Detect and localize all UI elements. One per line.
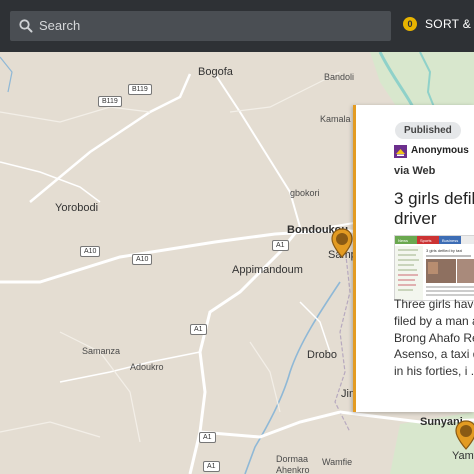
place-label: Wamfie: [322, 457, 353, 467]
search-box[interactable]: Search: [10, 11, 391, 41]
search-input[interactable]: Search: [39, 18, 80, 33]
place-label: Appimandoum: [232, 264, 303, 276]
source-label: via Web: [394, 165, 436, 177]
excerpt-line: in his forties, i ...: [394, 364, 474, 379]
top-bar: Search 0 SORT & FI: [0, 0, 474, 52]
road-shield: B119: [98, 96, 122, 107]
thumbnail-nav-label: Sports: [420, 238, 432, 243]
thumbnail-title: 3 girls defiled by taxi: [426, 248, 462, 253]
author-row: Anonymous •: [394, 144, 474, 160]
place-label: Drobo: [307, 349, 337, 361]
report-title-line: driver: [394, 209, 437, 228]
road-shield: A1: [272, 240, 289, 251]
place-label: Adoukro: [130, 362, 164, 372]
excerpt-line: Brong Ahafo Reg: [394, 330, 474, 345]
report-card[interactable]: Published Anonymous • via Web 3 girls de…: [353, 105, 474, 412]
place-label: Yamf: [452, 450, 474, 462]
place-label: Kamala: [320, 114, 351, 124]
filter-count-badge: 0: [403, 17, 417, 31]
place-label: Bogofa: [198, 66, 233, 78]
excerpt-line: filed by a man at: [394, 313, 474, 328]
road-shield: A10: [132, 254, 153, 265]
place-label: gbokori: [290, 188, 320, 198]
status-badge: Published: [395, 122, 461, 139]
place-label: Ahenkro: [276, 465, 310, 474]
thumbnail-image: News Sports Business 3 girls defiled by …: [395, 236, 474, 300]
map-pin-icon[interactable]: [455, 420, 474, 450]
road-shield: A1: [199, 432, 216, 443]
excerpt-line: Three girls have b: [394, 297, 474, 311]
map-pin-icon[interactable]: [331, 228, 353, 258]
place-label: Samanza: [82, 346, 121, 356]
road-shield: A1: [203, 461, 220, 472]
report-title[interactable]: 3 girls defiled driver: [394, 189, 474, 229]
report-title-line: 3 girls defiled: [394, 189, 474, 208]
avatar: [394, 145, 407, 158]
place-label: Dormaa: [276, 454, 309, 464]
place-label: Bandoli: [324, 72, 355, 82]
sort-filter-label: SORT & FI: [425, 17, 474, 31]
road-shield: A10: [80, 246, 101, 257]
report-excerpt: Three girls have b filed by a man at Bro…: [394, 296, 474, 380]
thumbnail-nav-label: Business: [442, 238, 458, 243]
author-name: Anonymous: [411, 145, 469, 156]
thumbnail-nav-label: News: [398, 238, 408, 243]
report-thumbnail[interactable]: News Sports Business 3 girls defiled by …: [394, 235, 474, 301]
road-shield: A1: [190, 324, 207, 335]
road-shield: B119: [128, 84, 152, 95]
place-label: Yorobodi: [55, 202, 99, 214]
search-icon: [19, 19, 33, 33]
excerpt-line: Asenso, a taxi dri: [394, 347, 474, 362]
